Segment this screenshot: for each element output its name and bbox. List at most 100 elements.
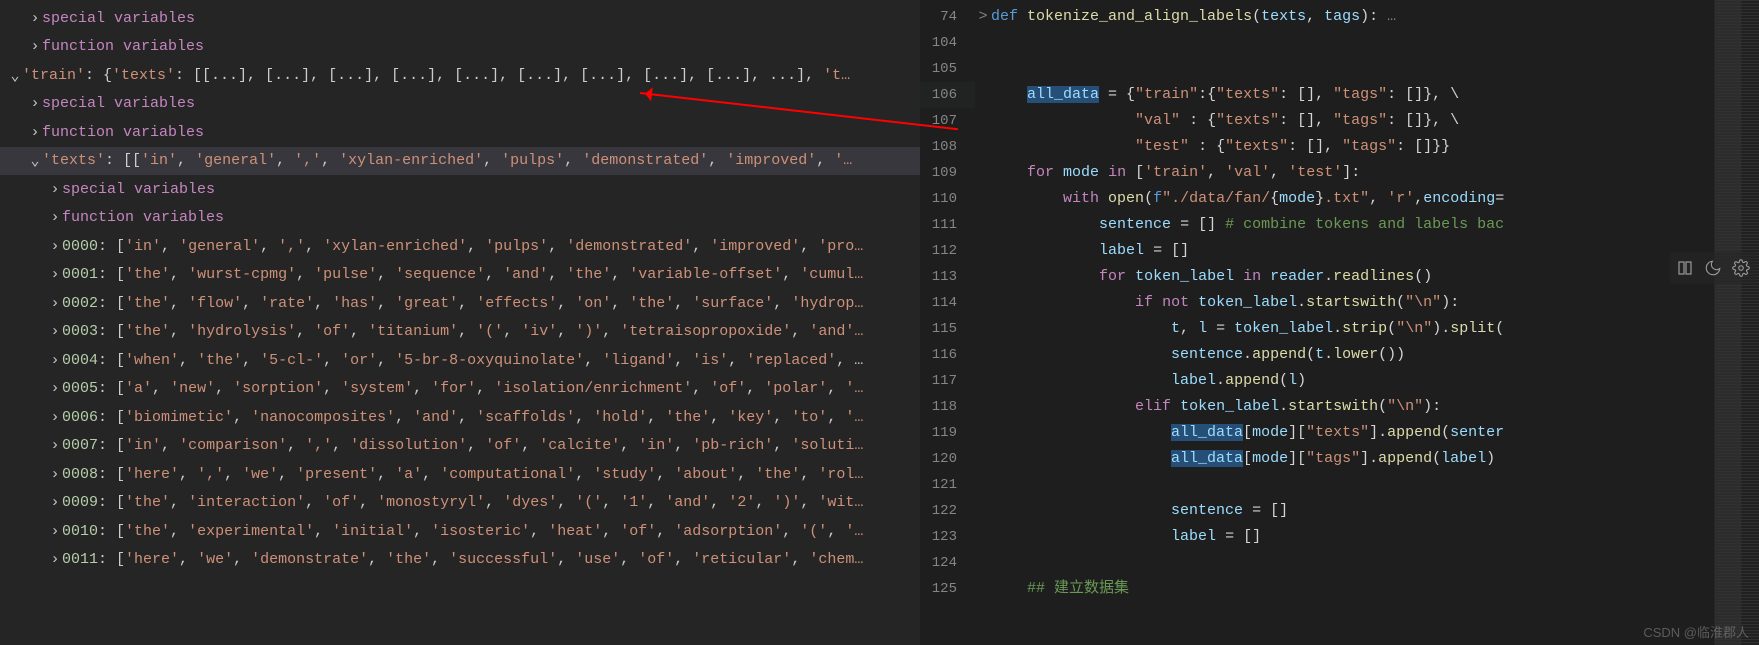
- code-line[interactable]: all_data = {"train":{"texts": [], "tags"…: [975, 82, 1714, 108]
- code-line[interactable]: all_data[mode]["tags"].append(label): [975, 446, 1714, 472]
- debug-row-content: 0004: ['when', 'the', '5-cl-', 'or', '5-…: [62, 352, 863, 369]
- code-line[interactable]: sentence = [] # combine tokens and label…: [975, 212, 1714, 238]
- code-area[interactable]: >def tokenize_and_align_labels(texts, ta…: [975, 0, 1714, 645]
- debug-row[interactable]: › function variables: [0, 33, 920, 62]
- chevron-right-icon[interactable]: ›: [48, 352, 62, 369]
- debug-row[interactable]: › function variables: [0, 204, 920, 233]
- debug-row-content: special variables: [42, 10, 195, 27]
- chevron-right-icon[interactable]: ›: [28, 38, 42, 55]
- chevron-right-icon[interactable]: ›: [48, 238, 62, 255]
- chevron-right-icon[interactable]: ›: [48, 494, 62, 511]
- gear-icon[interactable]: [1729, 256, 1753, 280]
- line-number: 108: [920, 134, 975, 160]
- debug-variables-panel[interactable]: › special variables› function variables⌄…: [0, 0, 920, 645]
- code-line[interactable]: "test" : {"texts": [], "tags": []}}: [975, 134, 1714, 160]
- debug-row-content: 'train': {'texts': [[...], [...], [...],…: [22, 67, 850, 84]
- code-line[interactable]: t, l = token_label.strip("\n").split(: [975, 316, 1714, 342]
- debug-row[interactable]: › 0004: ['when', 'the', '5-cl-', 'or', '…: [0, 346, 920, 375]
- debug-row[interactable]: › 0009: ['the', 'interaction', 'of', 'mo…: [0, 489, 920, 518]
- debug-row[interactable]: › 0005: ['a', 'new', 'sorption', 'system…: [0, 375, 920, 404]
- debug-row-content: function variables: [62, 209, 224, 226]
- line-number: 122: [920, 498, 975, 524]
- chevron-right-icon[interactable]: ›: [28, 10, 42, 27]
- moon-icon[interactable]: [1701, 256, 1725, 280]
- code-line[interactable]: [975, 472, 1714, 498]
- line-number: 125: [920, 576, 975, 602]
- chevron-right-icon[interactable]: ›: [48, 523, 62, 540]
- debug-row[interactable]: › 0006: ['biomimetic', 'nanocomposites',…: [0, 403, 920, 432]
- code-line[interactable]: for token_label in reader.readlines(): [975, 264, 1714, 290]
- chevron-right-icon[interactable]: ›: [48, 437, 62, 454]
- line-gutter: 7410410510610710810911011111211311411511…: [920, 0, 975, 645]
- chevron-down-icon[interactable]: ⌄: [8, 66, 22, 85]
- minimap[interactable]: [1714, 0, 1759, 645]
- code-line[interactable]: [975, 56, 1714, 82]
- chevron-right-icon[interactable]: ›: [48, 380, 62, 397]
- debug-row-content: 0006: ['biomimetic', 'nanocomposites', '…: [62, 409, 863, 426]
- line-number: 115: [920, 316, 975, 342]
- debug-row-content: 0001: ['the', 'wurst-cpmg', 'pulse', 'se…: [62, 266, 863, 283]
- debug-row-content: 0003: ['the', 'hydrolysis', 'of', 'titan…: [62, 323, 863, 340]
- debug-row-content: 0010: ['the', 'experimental', 'initial',…: [62, 523, 863, 540]
- fold-chevron-icon[interactable]: >: [975, 4, 991, 30]
- line-number: 123: [920, 524, 975, 550]
- chevron-right-icon[interactable]: ›: [28, 95, 42, 112]
- editor-pane[interactable]: 7410410510610710810911011111211311411511…: [920, 0, 1759, 645]
- code-line[interactable]: for mode in ['train', 'val', 'test']:: [975, 160, 1714, 186]
- line-number: 112: [920, 238, 975, 264]
- chevron-right-icon[interactable]: ›: [28, 124, 42, 141]
- chevron-right-icon[interactable]: ›: [48, 266, 62, 283]
- line-number: 113: [920, 264, 975, 290]
- code-line[interactable]: elif token_label.startswith("\n"):: [975, 394, 1714, 420]
- code-line[interactable]: "val" : {"texts": [], "tags": []}, \: [975, 108, 1714, 134]
- line-number: 124: [920, 550, 975, 576]
- chevron-right-icon[interactable]: ›: [48, 323, 62, 340]
- debug-row[interactable]: › 0001: ['the', 'wurst-cpmg', 'pulse', '…: [0, 261, 920, 290]
- code-line[interactable]: if not token_label.startswith("\n"):: [975, 290, 1714, 316]
- debug-row[interactable]: › special variables: [0, 175, 920, 204]
- debug-row-content: 0002: ['the', 'flow', 'rate', 'has', 'gr…: [62, 295, 863, 312]
- chevron-right-icon[interactable]: ›: [48, 295, 62, 312]
- line-number: 118: [920, 394, 975, 420]
- debug-row-content: 0011: ['here', 'we', 'demonstrate', 'the…: [62, 551, 863, 568]
- code-line[interactable]: [975, 550, 1714, 576]
- code-line[interactable]: with open(f"./data/fan/{mode}.txt", 'r',…: [975, 186, 1714, 212]
- debug-row[interactable]: › 0008: ['here', ',', 'we', 'present', '…: [0, 460, 920, 489]
- debug-row[interactable]: › 0002: ['the', 'flow', 'rate', 'has', '…: [0, 289, 920, 318]
- line-number: 117: [920, 368, 975, 394]
- debug-row[interactable]: › special variables: [0, 90, 920, 119]
- debug-row[interactable]: ⌄ 'train': {'texts': [[...], [...], [...…: [0, 61, 920, 90]
- code-line[interactable]: [975, 30, 1714, 56]
- debug-row[interactable]: › 0011: ['here', 'we', 'demonstrate', 't…: [0, 546, 920, 575]
- debug-row[interactable]: › function variables: [0, 118, 920, 147]
- debug-row-content: 0005: ['a', 'new', 'sorption', 'system',…: [62, 380, 863, 397]
- debug-row[interactable]: ⌄ 'texts': [['in', 'general', ',', 'xyla…: [0, 147, 920, 176]
- code-line[interactable]: label = []: [975, 524, 1714, 550]
- debug-row[interactable]: › special variables: [0, 4, 920, 33]
- line-number: 74: [920, 4, 975, 30]
- code-line[interactable]: label = []: [975, 238, 1714, 264]
- code-line[interactable]: ## 建立数据集: [975, 576, 1714, 602]
- chevron-down-icon[interactable]: ⌄: [28, 151, 42, 170]
- code-line[interactable]: label.append(l): [975, 368, 1714, 394]
- debug-row[interactable]: › 0010: ['the', 'experimental', 'initial…: [0, 517, 920, 546]
- debug-row[interactable]: › 0000: ['in', 'general', ',', 'xylan-en…: [0, 232, 920, 261]
- code-line[interactable]: all_data[mode]["texts"].append(senter: [975, 420, 1714, 446]
- chevron-right-icon[interactable]: ›: [48, 409, 62, 426]
- code-line[interactable]: >def tokenize_and_align_labels(texts, ta…: [975, 4, 1714, 30]
- chevron-right-icon[interactable]: ›: [48, 551, 62, 568]
- line-number: 120: [920, 446, 975, 472]
- line-number: 121: [920, 472, 975, 498]
- code-line[interactable]: sentence = []: [975, 498, 1714, 524]
- code-line[interactable]: sentence.append(t.lower()): [975, 342, 1714, 368]
- chevron-right-icon[interactable]: ›: [48, 209, 62, 226]
- chevron-right-icon[interactable]: ›: [48, 466, 62, 483]
- debug-row[interactable]: › 0007: ['in', 'comparison', ',', 'disso…: [0, 432, 920, 461]
- columns-icon[interactable]: [1673, 256, 1697, 280]
- watermark: CSDN @临淮郡人: [1643, 622, 1749, 641]
- debug-row-content: 'texts': [['in', 'general', ',', 'xylan-…: [42, 152, 852, 169]
- debug-row-content: special variables: [42, 95, 195, 112]
- chevron-right-icon[interactable]: ›: [48, 181, 62, 198]
- line-number: 106: [920, 82, 975, 108]
- debug-row[interactable]: › 0003: ['the', 'hydrolysis', 'of', 'tit…: [0, 318, 920, 347]
